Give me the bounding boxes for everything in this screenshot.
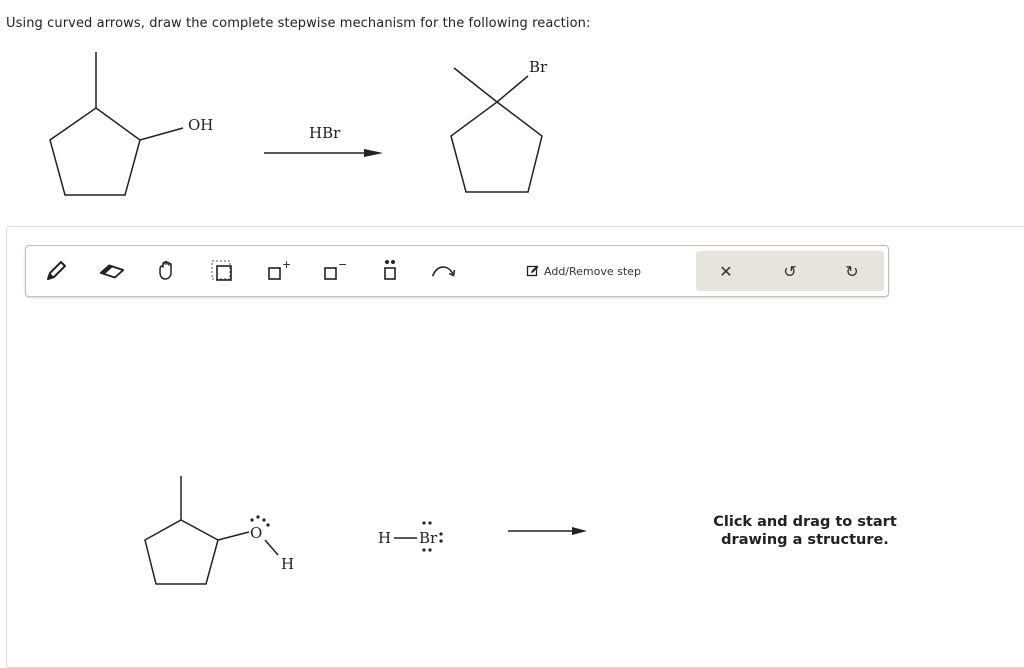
product-br-label: Br (529, 58, 548, 76)
drawing-toolbar: + − Add/Remove step ✕ ↺ ↻ (25, 245, 889, 297)
edit-icon (526, 265, 539, 277)
positive-charge-tool[interactable]: + (264, 258, 292, 284)
reactant-oh-label: OH (188, 116, 213, 134)
pencil-tool[interactable] (42, 258, 70, 284)
add-remove-step-button[interactable]: Add/Remove step (526, 262, 641, 280)
pencil-icon (47, 261, 66, 280)
redo-icon: ↻ (845, 261, 859, 281)
history-actions: ✕ ↺ ↻ (696, 251, 884, 291)
hand-icon (159, 260, 172, 280)
close-icon: ✕ (719, 261, 733, 281)
eraser-icon (99, 264, 125, 279)
canvas-reaction-arrow (508, 527, 587, 535)
question-text: Using curved arrows, draw the complete s… (6, 16, 591, 31)
clear-button[interactable]: ✕ (711, 257, 741, 285)
reactant-structure (49, 52, 184, 196)
curved-arrow-icon (431, 266, 456, 277)
add-remove-step-label: Add/Remove step (544, 264, 641, 278)
undo-button[interactable]: ↺ (775, 257, 805, 285)
negative-charge-tool[interactable]: − (320, 258, 348, 284)
product-structure (450, 67, 543, 193)
negative-charge-icon: − (324, 258, 347, 280)
svg-text:+: + (282, 258, 291, 271)
hand-tool[interactable] (153, 258, 181, 284)
hbr-h-label: H (378, 529, 391, 547)
hbr-br-label: Br (419, 529, 438, 547)
undo-icon: ↺ (783, 261, 797, 281)
drawing-hint: Click and drag to start drawing a struct… (713, 514, 897, 548)
redo-button[interactable]: ↻ (837, 257, 867, 285)
reaction-scheme: OH HBr Br (49, 52, 548, 196)
lone-pair-tool[interactable] (376, 258, 404, 284)
positive-charge-icon: + (268, 258, 291, 280)
curved-arrow-tool[interactable] (430, 258, 458, 284)
reagent-label: HBr (309, 124, 341, 142)
reaction-arrow (264, 149, 383, 157)
select-tool[interactable] (208, 258, 236, 284)
select-box-icon (211, 260, 232, 281)
hydrogen-atom-label: H (281, 555, 294, 573)
oxygen-atom-label: O (250, 524, 262, 542)
lone-pair-icon (384, 260, 396, 280)
svg-text:−: − (338, 258, 347, 271)
eraser-tool[interactable] (98, 258, 126, 284)
